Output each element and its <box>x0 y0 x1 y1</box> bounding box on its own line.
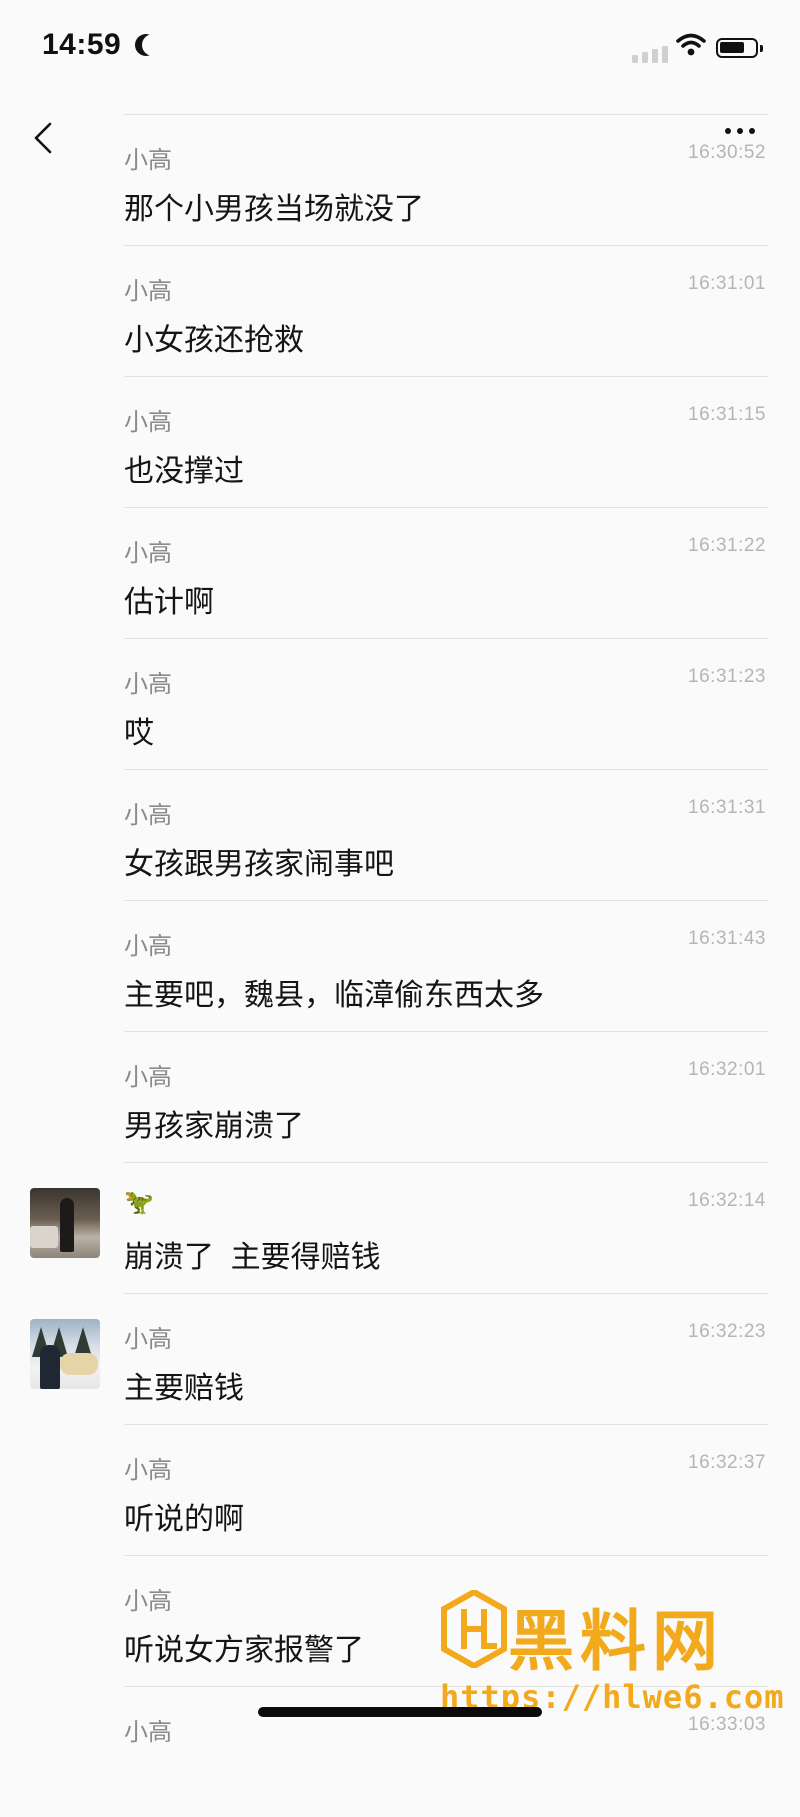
divider <box>124 114 768 115</box>
divider <box>124 1293 768 1294</box>
message-time: 16:31:22 <box>688 535 766 556</box>
message-text: 估计啊 <box>124 586 214 619</box>
message-text: 哎 <box>124 717 154 750</box>
moon-icon <box>142 34 164 56</box>
signal-icon <box>632 46 668 63</box>
divider <box>124 900 768 901</box>
avatar[interactable] <box>30 1319 100 1389</box>
message-time: 16:32:37 <box>688 1452 766 1473</box>
message-text: 女孩跟男孩家闹事吧 <box>124 848 394 881</box>
message-item[interactable]: 🦖 16:32:14 崩溃了 主要得赔钱 <box>0 1162 800 1293</box>
avatar[interactable] <box>30 1188 100 1258</box>
sender-name: 小高 <box>124 1719 172 1746</box>
message-item[interactable]: 小高 16:31:15 也没撑过 <box>0 376 800 507</box>
divider <box>124 507 768 508</box>
message-time: 16:30:52 <box>688 142 766 163</box>
battery-icon <box>716 38 763 58</box>
message-text: 主要赔钱 <box>124 1372 244 1405</box>
message-item[interactable]: 小高 16:31:31 女孩跟男孩家闹事吧 <box>0 769 800 900</box>
sender-name: 小高 <box>124 802 172 829</box>
message-time: 16:32:14 <box>688 1190 766 1211</box>
message-item[interactable]: 小高 16:31:01 小女孩还抢救 <box>0 245 800 376</box>
divider <box>124 1424 768 1425</box>
message-item[interactable]: 小高 16:32:23 主要赔钱 <box>0 1293 800 1424</box>
message-text: 听说的啊 <box>124 1503 244 1536</box>
message-text: 小女孩还抢救 <box>124 324 304 357</box>
message-time: 16:32:23 <box>688 1321 766 1342</box>
message-time: 16:31:43 <box>688 928 766 949</box>
sender-name: 小高 <box>124 1064 172 1091</box>
status-bar: 14:59 <box>0 0 800 96</box>
sender-name: 小高 <box>124 409 172 436</box>
watermark-logo-icon <box>441 1590 507 1668</box>
message-item[interactable]: 小高 16:32:37 听说的啊 <box>0 1424 800 1555</box>
sender-name: 小高 <box>124 1326 172 1353</box>
message-item[interactable]: 小高 16:32:01 男孩家崩溃了 <box>0 1031 800 1162</box>
message-text: 那个小男孩当场就没了 <box>124 193 424 226</box>
sender-name: 小高 <box>124 933 172 960</box>
sender-name: 小高 <box>124 278 172 305</box>
sender-name: 小高 <box>124 540 172 567</box>
message-time: 16:31:23 <box>688 666 766 687</box>
divider <box>124 1162 768 1163</box>
sender-name: 小高 <box>124 1457 172 1484</box>
wifi-icon <box>676 33 706 56</box>
message-time: 16:31:15 <box>688 404 766 425</box>
sender-name: 小高 <box>124 147 172 174</box>
message-item[interactable]: 小高 16:30:52 那个小男孩当场就没了 <box>0 114 800 245</box>
divider <box>124 245 768 246</box>
message-time: 16:31:31 <box>688 797 766 818</box>
status-time: 14:59 <box>42 28 122 61</box>
message-text: 听说女方家报警了 <box>124 1634 364 1667</box>
watermark-title: 黑料网 <box>508 1604 724 1678</box>
message-text: 男孩家崩溃了 <box>124 1110 304 1143</box>
message-time: 16:32:01 <box>688 1059 766 1080</box>
message-time: 16:31:01 <box>688 273 766 294</box>
message-text: 崩溃了 主要得赔钱 <box>124 1241 381 1274</box>
divider <box>124 1555 768 1556</box>
divider <box>124 769 768 770</box>
message-text: 也没撑过 <box>124 455 244 488</box>
message-item[interactable]: 小高 16:31:22 估计啊 <box>0 507 800 638</box>
divider <box>124 638 768 639</box>
divider <box>124 376 768 377</box>
home-indicator[interactable] <box>258 1707 542 1717</box>
watermark: 黑料网 https://hlwe6.com <box>440 1590 784 1720</box>
sender-name: 小高 <box>124 671 172 698</box>
message-text: 主要吧，魏县，临漳偷东西太多 <box>124 979 544 1012</box>
divider <box>124 1031 768 1032</box>
message-item[interactable]: 小高 16:31:43 主要吧，魏县，临漳偷东西太多 <box>0 900 800 1031</box>
sender-name: 小高 <box>124 1588 172 1615</box>
dinosaur-emoji-sender-name: 🦖 <box>124 1189 154 1216</box>
message-item[interactable]: 小高 16:31:23 哎 <box>0 638 800 769</box>
